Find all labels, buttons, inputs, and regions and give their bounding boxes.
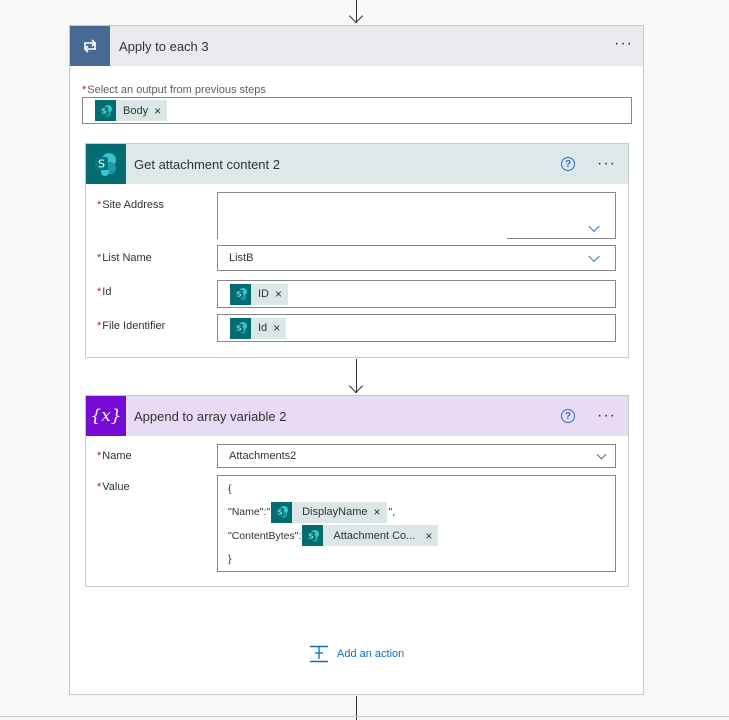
file-identifier-token-label: Id <box>258 322 268 334</box>
apply-to-each-container: Apply to each 3 ··· *Select an output fr… <box>69 25 644 695</box>
site-address-dropdown[interactable] <box>507 220 616 239</box>
sharepoint-icon: S <box>86 144 126 184</box>
add-action-label: Add an action <box>337 648 405 660</box>
divider <box>0 716 729 717</box>
id-label: *Id <box>97 286 112 298</box>
name-label: *Name <box>97 450 132 462</box>
svg-text:S: S <box>236 325 241 333</box>
chevron-down-icon[interactable] <box>596 449 607 460</box>
ellipsis-icon[interactable]: ··· <box>597 156 616 172</box>
add-action-icon <box>310 645 328 663</box>
id-token-label: ID <box>258 288 269 300</box>
remove-token-icon[interactable]: × <box>425 529 432 543</box>
sharepoint-icon: S <box>230 317 251 339</box>
arrowhead-middle <box>348 378 364 394</box>
get-attachment-header[interactable]: S Get attachment content 2 ? ··· <box>86 144 628 184</box>
get-attachment-title: Get attachment content 2 <box>134 156 280 172</box>
body-token[interactable]: S Body × <box>95 100 168 121</box>
arrowhead-top <box>348 8 364 24</box>
help-icon[interactable]: ? <box>561 157 575 171</box>
value-label: *Value <box>97 481 130 493</box>
svg-text:S: S <box>277 509 282 517</box>
ellipsis-icon[interactable]: ··· <box>614 36 633 52</box>
select-output-label: *Select an output from previous steps <box>82 84 266 96</box>
help-icon[interactable]: ? <box>561 409 575 423</box>
get-attachment-card: S Get attachment content 2 ? ··· *Site A… <box>85 143 629 358</box>
name-field[interactable]: Attachments2 <box>217 444 616 468</box>
list-name-label: *List Name <box>97 252 152 264</box>
variable-icon: {x} <box>86 396 126 436</box>
file-identifier-token[interactable]: S Id × <box>230 317 287 339</box>
svg-text:S: S <box>309 532 314 540</box>
displayname-token[interactable]: S DisplayName × <box>271 501 387 523</box>
attachment-content-token-label: Attachment Co... <box>333 529 416 542</box>
remove-token-icon[interactable]: × <box>273 321 280 335</box>
append-array-title: Append to array variable 2 <box>134 408 287 424</box>
remove-token-icon[interactable]: × <box>154 104 161 118</box>
apply-to-each-title: Apply to each 3 <box>119 38 209 54</box>
id-token[interactable]: S ID × <box>230 283 289 305</box>
value-line: } <box>228 553 232 566</box>
value-line: "ContentBytes": S Attachment Co... × <box>228 524 439 548</box>
sharepoint-icon: S <box>95 100 116 121</box>
chevron-down-icon[interactable] <box>588 250 600 263</box>
file-identifier-label: *File Identifier <box>97 320 166 332</box>
list-name-value: ListB <box>229 252 254 264</box>
ellipsis-icon[interactable]: ··· <box>597 408 616 424</box>
append-array-header[interactable]: {x} Append to array variable 2 ? ··· <box>86 396 628 436</box>
attachment-content-token[interactable]: S Attachment Co... × <box>302 525 439 547</box>
file-identifier-field[interactable]: S Id × <box>217 314 616 342</box>
remove-token-icon[interactable]: × <box>275 287 282 301</box>
site-address-label: *Site Address <box>97 199 165 211</box>
apply-to-each-header[interactable]: Apply to each 3 ··· <box>70 26 643 66</box>
add-action-button[interactable]: Add an action <box>309 644 404 664</box>
id-field[interactable]: S ID × <box>217 280 616 308</box>
remove-token-icon[interactable]: × <box>374 505 381 519</box>
loop-icon <box>70 26 110 66</box>
displayname-token-label: DisplayName <box>302 506 368 519</box>
svg-text:S: S <box>101 107 106 115</box>
append-array-card: {x} Append to array variable 2 ? ··· *Na… <box>85 395 629 587</box>
value-line: { <box>228 482 232 495</box>
sharepoint-icon: S <box>271 501 293 523</box>
value-field[interactable]: { "Name":" S DisplayName × ", "ContentBy… <box>217 475 616 572</box>
svg-text:S: S <box>98 158 105 171</box>
list-name-field[interactable]: ListB <box>217 245 616 271</box>
body-token-label: Body <box>123 104 149 117</box>
sharepoint-icon: S <box>302 525 324 547</box>
name-value: Attachments2 <box>229 450 297 462</box>
sharepoint-icon: S <box>230 283 251 305</box>
value-line: "Name":" S DisplayName × ", <box>228 501 395 525</box>
select-output-field[interactable]: S Body × <box>82 97 632 124</box>
svg-text:S: S <box>236 291 241 299</box>
